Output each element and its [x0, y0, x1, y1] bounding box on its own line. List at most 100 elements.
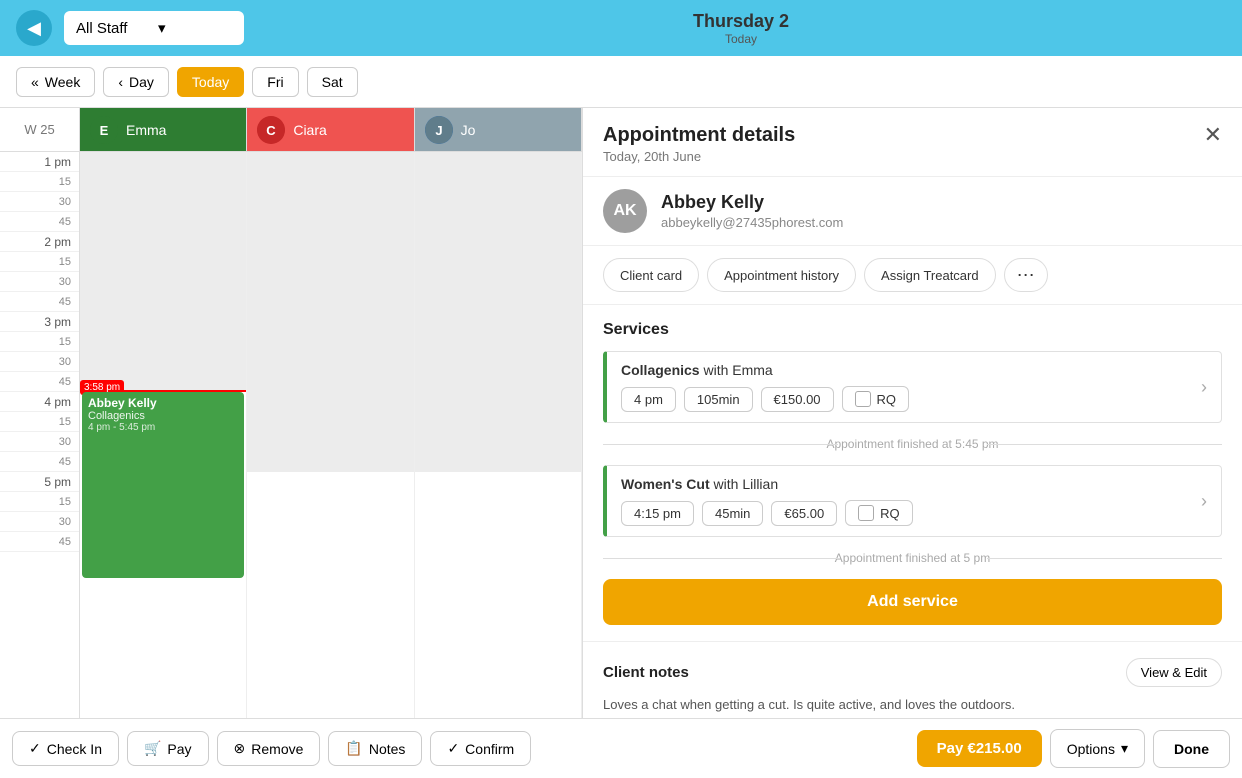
- day-arrow-icon: ‹: [118, 74, 123, 90]
- service-left-1: Women's Cut with Lillian 4:15 pm 45min €…: [621, 476, 1191, 526]
- service-time-1[interactable]: 4:15 pm: [621, 501, 694, 526]
- date-display: Thursday 2: [256, 11, 1226, 32]
- time-4pm: 4 pm: [0, 392, 79, 412]
- action-buttons: Client card Appointment history Assign T…: [583, 246, 1242, 305]
- staff-name-emma: Emma: [126, 122, 166, 138]
- svg-text:J: J: [435, 123, 442, 138]
- more-options-button[interactable]: ⋯: [1004, 258, 1048, 292]
- rq-checkbox-1[interactable]: [858, 505, 874, 521]
- week-button[interactable]: « Week: [16, 67, 95, 97]
- time-115: 15: [0, 172, 79, 192]
- staff-selector-label: All Staff: [76, 20, 150, 37]
- time-515: 15: [0, 492, 79, 512]
- week-arrow-icon: «: [31, 74, 39, 90]
- staff-name-ciara: Ciara: [293, 122, 326, 138]
- client-section: AK Abbey Kelly abbeykelly@27435phorest.c…: [583, 177, 1242, 246]
- service-name-0: Collagenics with Emma: [621, 362, 1191, 378]
- client-name: Abbey Kelly: [661, 192, 843, 213]
- notes-header: Client notes View & Edit: [603, 658, 1222, 687]
- calendar-body: 1 pm 15 30 45 2 pm 15 30 45 3 pm 15 30 4…: [0, 152, 582, 718]
- service-price-0[interactable]: €150.00: [761, 387, 834, 412]
- time-230: 30: [0, 272, 79, 292]
- staff-col-ciara: [247, 152, 414, 718]
- fri-button[interactable]: Fri: [252, 67, 298, 97]
- service-duration-0[interactable]: 105min: [684, 387, 753, 412]
- client-email: abbeykelly@27435phorest.com: [661, 215, 843, 230]
- checkin-button[interactable]: ✓ Check In: [12, 731, 119, 766]
- fri-label: Fri: [267, 74, 283, 90]
- time-345: 45: [0, 372, 79, 392]
- back-button[interactable]: ◀: [16, 10, 52, 46]
- staff-name-jo: Jo: [461, 122, 476, 138]
- confirm-icon: ✓: [447, 740, 459, 757]
- assign-treatcard-button[interactable]: Assign Treatcard: [864, 258, 996, 292]
- close-button[interactable]: ✕: [1204, 124, 1222, 146]
- add-service-button[interactable]: Add service: [603, 579, 1222, 625]
- service-rq-0[interactable]: RQ: [842, 386, 910, 412]
- staff-selector[interactable]: All Staff ▾: [64, 11, 244, 45]
- sat-button[interactable]: Sat: [307, 67, 358, 97]
- day-label: Day: [129, 74, 154, 90]
- view-edit-button[interactable]: View & Edit: [1126, 658, 1222, 687]
- remove-button[interactable]: ⊗ Remove: [217, 731, 321, 766]
- jo-shaded-2: [415, 232, 581, 312]
- options-label: Options: [1067, 741, 1115, 757]
- service-details-0: 4 pm 105min €150.00 RQ: [621, 386, 1191, 412]
- appt-client-name: Abbey Kelly: [88, 396, 238, 410]
- notes-text: Loves a chat when getting a cut. Is quit…: [603, 695, 1222, 715]
- nav-bar: « Week ‹ Day Today Fri Sat: [0, 56, 1242, 108]
- ciara-clear: [247, 472, 413, 552]
- pay-icon: 🛒: [144, 740, 161, 757]
- dropdown-icon: ▾: [158, 19, 232, 37]
- service-chevron-1[interactable]: ›: [1201, 491, 1207, 512]
- jo-shaded-3: [415, 312, 581, 392]
- service-duration-1[interactable]: 45min: [702, 501, 763, 526]
- checkin-label: Check In: [47, 741, 102, 757]
- sat-label: Sat: [322, 74, 343, 90]
- today-button[interactable]: Today: [177, 67, 244, 97]
- notes-title: Client notes: [603, 664, 689, 681]
- ciara-shaded-2: [247, 232, 413, 312]
- service-divider-1: Appointment finished at 5 pm: [603, 545, 1222, 571]
- shaded-1pm: [80, 152, 246, 232]
- week-label: Week: [45, 74, 81, 90]
- pay-button-bottom[interactable]: 🛒 Pay: [127, 731, 209, 766]
- service-card-0-inner: Collagenics with Emma 4 pm 105min €150.0…: [607, 352, 1221, 422]
- today-label: Today: [192, 74, 229, 90]
- services-title: Services: [603, 321, 1222, 339]
- day-button[interactable]: ‹ Day: [103, 67, 169, 97]
- confirm-button[interactable]: ✓ Confirm: [430, 731, 531, 766]
- service-name-bold-1: Women's Cut: [621, 476, 710, 492]
- jo-shaded-1: [415, 152, 581, 232]
- pay-amount-button[interactable]: Pay €215.00: [917, 730, 1042, 767]
- time-545: 45: [0, 532, 79, 552]
- options-chevron-icon: ▾: [1121, 740, 1128, 757]
- panel-header-text: Appointment details Today, 20th June: [603, 124, 795, 164]
- notes-label: Notes: [369, 741, 406, 757]
- staff-col-emma: 3:58 pm Abbey Kelly Collagenics 4 pm - 5…: [80, 152, 247, 718]
- service-rq-1[interactable]: RQ: [845, 500, 913, 526]
- service-chevron-0[interactable]: ›: [1201, 377, 1207, 398]
- service-details-1: 4:15 pm 45min €65.00 RQ: [621, 500, 1191, 526]
- service-name-rest-0: with Emma: [700, 362, 773, 378]
- rq-label-0: RQ: [877, 392, 897, 407]
- service-time-0[interactable]: 4 pm: [621, 387, 676, 412]
- time-3pm: 3 pm: [0, 312, 79, 332]
- client-card-button[interactable]: Client card: [603, 258, 699, 292]
- services-section: Services Collagenics with Emma 4 pm 105m…: [583, 305, 1242, 641]
- appt-time-range: 4 pm - 5:45 pm: [88, 422, 238, 433]
- remove-icon: ⊗: [234, 740, 246, 757]
- appointment-history-button[interactable]: Appointment history: [707, 258, 856, 292]
- notes-icon: 📋: [345, 740, 362, 757]
- time-445: 45: [0, 452, 79, 472]
- options-button[interactable]: Options ▾: [1050, 729, 1145, 768]
- notes-button[interactable]: 📋 Notes: [328, 731, 422, 766]
- rq-checkbox-0[interactable]: [855, 391, 871, 407]
- done-button[interactable]: Done: [1153, 730, 1230, 768]
- ciara-shaded-4: [247, 392, 413, 472]
- time-5pm: 5 pm: [0, 472, 79, 492]
- svg-text:C: C: [267, 123, 277, 138]
- back-icon: ◀: [27, 18, 41, 39]
- appointment-block-emma[interactable]: Abbey Kelly Collagenics 4 pm - 5:45 pm: [82, 392, 244, 578]
- service-price-1[interactable]: €65.00: [771, 501, 837, 526]
